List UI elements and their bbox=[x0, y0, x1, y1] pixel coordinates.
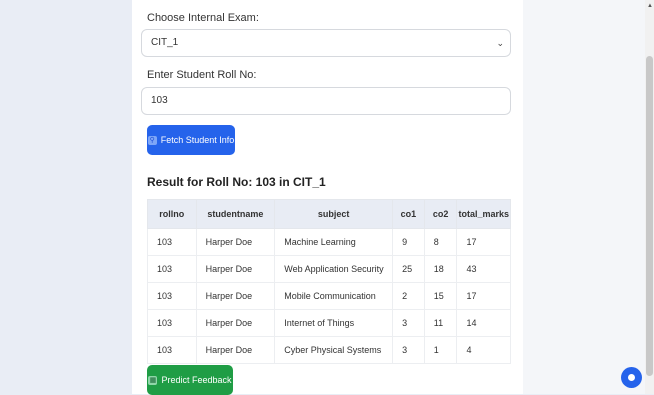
chevron-down-icon: ⌄ bbox=[496, 38, 504, 48]
roll-label: Enter Student Roll No: bbox=[147, 69, 257, 81]
right-panel bbox=[523, 0, 653, 394]
result-table: rollno studentname subject co1 co2 total… bbox=[147, 199, 511, 364]
table-cell: Web Application Security bbox=[274, 255, 394, 283]
table-cell: 4 bbox=[456, 336, 511, 364]
table-cell: 25 bbox=[392, 255, 425, 283]
table-cell: Harper Doe bbox=[195, 309, 276, 337]
result-title: Result for Roll No: 103 in CIT_1 bbox=[147, 175, 326, 189]
table-cell: 103 bbox=[147, 282, 197, 310]
exam-label: Choose Internal Exam: bbox=[147, 12, 259, 24]
exam-select-value: CIT_1 bbox=[151, 37, 179, 48]
col-header: rollno bbox=[147, 199, 197, 229]
col-header: studentname bbox=[195, 199, 276, 229]
predict-feedback-button[interactable]: ▦ Predict Feedback bbox=[147, 365, 233, 395]
table-cell: 18 bbox=[423, 255, 458, 283]
search-icon: ⚲ bbox=[147, 135, 157, 145]
table-row: 103 Harper Doe Internet of Things 3 11 1… bbox=[147, 309, 511, 337]
table-row: 103 Harper Doe Mobile Communication 2 15… bbox=[147, 282, 511, 310]
roll-input-value: 103 bbox=[151, 95, 168, 106]
table-cell: 9 bbox=[392, 228, 425, 256]
table-cell: 17 bbox=[456, 282, 511, 310]
fetch-student-label: Fetch Student Info bbox=[160, 135, 235, 145]
scroll-up-icon[interactable]: ▲ bbox=[647, 3, 653, 9]
chart-icon: ▦ bbox=[148, 375, 158, 385]
predict-feedback-label: Predict Feedback bbox=[161, 375, 232, 385]
exam-select[interactable]: CIT_1 ⌄ bbox=[141, 29, 511, 57]
table-cell: Harper Doe bbox=[195, 228, 276, 256]
col-header: subject bbox=[274, 199, 394, 229]
table-cell: 15 bbox=[423, 282, 458, 310]
table-cell: 11 bbox=[423, 309, 458, 337]
table-cell: Harper Doe bbox=[195, 255, 276, 283]
table-cell: 43 bbox=[456, 255, 511, 283]
table-cell: 3 bbox=[392, 336, 425, 364]
table-header-row: rollno studentname subject co1 co2 total… bbox=[147, 199, 511, 229]
table-cell: Mobile Communication bbox=[274, 282, 394, 310]
table-cell: 103 bbox=[147, 228, 197, 256]
table-cell: 1 bbox=[423, 336, 458, 364]
table-cell: Internet of Things bbox=[274, 309, 394, 337]
table-row: 103 Harper Doe Machine Learning 9 8 17 bbox=[147, 228, 511, 256]
table-cell: 17 bbox=[456, 228, 511, 256]
table-cell: 3 bbox=[392, 309, 425, 337]
table-row: 103 Harper Doe Web Application Security … bbox=[147, 255, 511, 283]
roll-input[interactable]: 103 bbox=[141, 87, 511, 115]
table-cell: 14 bbox=[456, 309, 511, 337]
table-row: 103 Harper Doe Cyber Physical Systems 3 … bbox=[147, 336, 511, 364]
col-header: co2 bbox=[423, 199, 458, 229]
col-header: co1 bbox=[392, 199, 425, 229]
fetch-student-button[interactable]: ⚲ Fetch Student Info bbox=[147, 125, 235, 155]
chat-widget-button[interactable] bbox=[621, 367, 642, 388]
table-cell: 103 bbox=[147, 309, 197, 337]
table-cell: 2 bbox=[392, 282, 425, 310]
table-cell: Machine Learning bbox=[274, 228, 394, 256]
table-cell: Harper Doe bbox=[195, 336, 276, 364]
table-cell: Cyber Physical Systems bbox=[274, 336, 394, 364]
main-card: Choose Internal Exam: CIT_1 ⌄ Enter Stud… bbox=[132, 0, 523, 395]
table-cell: 103 bbox=[147, 336, 197, 364]
table-cell: 8 bbox=[423, 228, 458, 256]
table-cell: 103 bbox=[147, 255, 197, 283]
chat-dot-icon bbox=[628, 374, 635, 381]
col-header: total_marks bbox=[456, 199, 511, 229]
table-cell: Harper Doe bbox=[195, 282, 276, 310]
scrollbar-thumb[interactable] bbox=[646, 56, 653, 376]
scrollbar[interactable]: ▲ bbox=[645, 0, 654, 394]
